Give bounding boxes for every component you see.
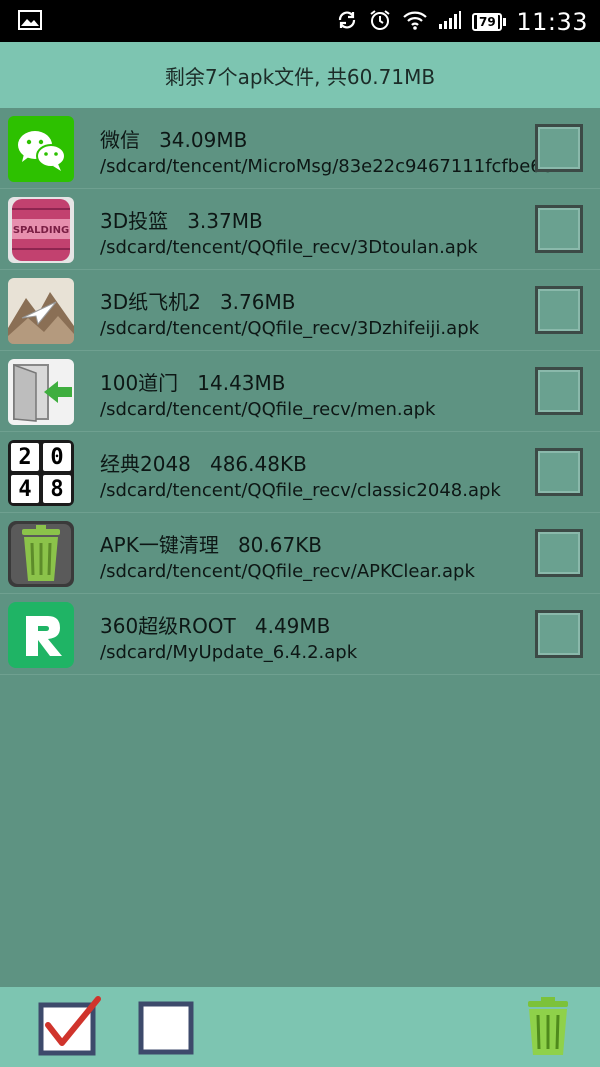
select-checkbox[interactable] [535,205,583,253]
apk-name: 3D投篮 [100,209,169,233]
game-2048-icon: 2 0 4 8 [8,440,74,506]
list-item[interactable]: 微信 34.09MB /sdcard/tencent/MicroMsg/83e2… [0,108,600,189]
apk-title: 3D投篮 3.37MB [100,205,263,234]
deselect-all-icon [138,1001,196,1061]
status-bar: 79 11:33 [0,0,600,42]
apk-path: /sdcard/tencent/QQfile_recv/APKClear.apk [100,561,475,582]
apk-name: 360超级ROOT [100,614,236,638]
apk-size: 486.48KB [209,452,307,476]
list-item[interactable]: 3D纸飞机2 3.76MB /sdcard/tencent/QQfile_rec… [0,270,600,351]
apk-name: 微信 [100,128,140,152]
deselect-all-button[interactable] [138,1001,196,1061]
basketball-icon: SPALDING [8,197,74,263]
paper-plane-icon [8,278,74,344]
summary-header: 剩余7个apk文件, 共60.71MB [0,42,600,108]
apk-title: APK一键清理 80.67KB [100,529,322,558]
apk-size: 3.37MB [187,209,263,233]
apk-path: /sdcard/tencent/QQfile_recv/3Dtoulan.apk [100,237,478,258]
tile: 2 [11,443,39,471]
apk-name: APK一键清理 [100,533,219,557]
alarm-icon [368,8,392,36]
list-item[interactable]: 100道门 14.43MB /sdcard/tencent/QQfile_rec… [0,351,600,432]
apk-size: 14.43MB [197,371,286,395]
tile: 0 [43,443,71,471]
delete-icon [522,997,574,1061]
select-checkbox[interactable] [535,448,583,496]
apk-path: /sdcard/tencent/MicroMsg/83e22c9467111fc… [100,156,570,177]
sync-icon [336,9,358,35]
select-checkbox[interactable] [535,286,583,334]
apk-path: /sdcard/tencent/QQfile_recv/3Dzhifeiji.a… [100,318,480,339]
select-checkbox[interactable] [535,367,583,415]
select-checkbox[interactable] [535,610,583,658]
battery-icon: 79 [472,13,507,31]
summary-title: 剩余7个apk文件, 共60.71MB [164,64,436,89]
delete-button[interactable] [522,997,574,1061]
signal-icon [438,10,462,34]
apk-name: 100道门 [100,371,179,395]
image-icon [18,10,42,34]
svg-text:SPALDING: SPALDING [13,225,69,236]
apk-title: 微信 34.09MB [100,124,247,153]
list-item[interactable]: SPALDING 3D投篮 3.37MB /sdcard/tencent/QQf… [0,189,600,270]
wifi-icon [402,9,428,35]
select-all-button[interactable] [38,995,104,1061]
apk-size: 80.67KB [237,533,323,557]
select-checkbox[interactable] [535,529,583,577]
root-r-icon [8,602,74,668]
wechat-icon [8,116,74,182]
apk-size: 4.49MB [254,614,331,638]
list-item[interactable]: 2 0 4 8 经典2048 486.48KB /sdcard/tencent/… [0,432,600,513]
apk-path: /sdcard/tencent/QQfile_recv/classic2048.… [100,480,501,501]
bottom-toolbar [0,987,600,1067]
apk-title: 经典2048 486.48KB [100,448,307,477]
apk-title: 100道门 14.43MB [100,367,286,396]
door-icon [8,359,74,425]
trash-icon [8,521,74,587]
apk-size: 3.76MB [219,290,296,314]
apk-name: 3D纸飞机2 [100,290,201,314]
apk-size: 34.09MB [159,128,248,152]
clock: 11:33 [516,8,588,36]
list-item[interactable]: 360超级ROOT 4.49MB /sdcard/MyUpdate_6.4.2.… [0,594,600,675]
list-item[interactable]: APK一键清理 80.67KB /sdcard/tencent/QQfile_r… [0,513,600,594]
apk-path: /sdcard/MyUpdate_6.4.2.apk [100,642,358,663]
tile: 4 [11,475,39,503]
battery-level: 79 [476,15,498,29]
apk-path: /sdcard/tencent/QQfile_recv/men.apk [100,399,436,420]
tile: 8 [43,475,71,503]
apk-name: 经典2048 [100,452,191,476]
apk-list: 微信 34.09MB /sdcard/tencent/MicroMsg/83e2… [0,108,600,675]
select-checkbox[interactable] [535,124,583,172]
select-all-icon [38,996,104,1061]
apk-title: 3D纸飞机2 3.76MB [100,286,295,315]
apk-title: 360超级ROOT 4.49MB [100,610,330,639]
